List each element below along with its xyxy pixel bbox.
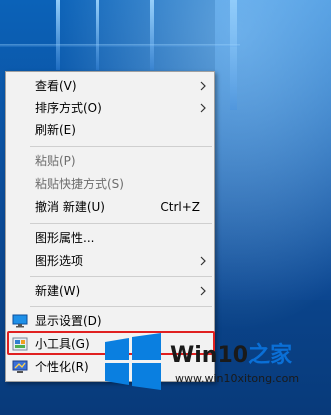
menu-item-sort-by[interactable]: 排序方式(O) <box>6 97 214 119</box>
win10-watermark-logo: Win10之家 www.win10xitong.com <box>97 320 331 415</box>
watermark-url: www.win10xitong.com <box>175 372 300 385</box>
menu-item-graphics-properties[interactable]: 图形属性... <box>6 227 214 249</box>
menu-item-paste[interactable]: 粘贴(P) <box>6 150 214 172</box>
menu-item-view[interactable]: 查看(V) <box>6 75 214 97</box>
menu-item-label: 撤消 新建(U) <box>35 200 105 214</box>
menu-separator <box>30 276 212 277</box>
menu-item-label: 显示设置(D) <box>35 314 102 328</box>
menu-item-paste-shortcut[interactable]: 粘贴快捷方式(S) <box>6 173 214 195</box>
wallpaper-light-beam <box>150 0 154 70</box>
menu-item-label: 图形选项 <box>35 254 84 268</box>
menu-item-label: 排序方式(O) <box>35 101 102 115</box>
menu-item-undo-new[interactable]: 撤消 新建(U) Ctrl+Z <box>6 196 214 218</box>
watermark-brand-prefix: Win10 <box>170 343 249 368</box>
menu-item-label: 个性化(R) <box>35 360 89 374</box>
menu-item-label: 粘贴快捷方式(S) <box>35 177 124 191</box>
menu-item-label: 新建(W) <box>35 284 81 298</box>
wallpaper-light-beam <box>96 0 99 70</box>
menu-separator <box>30 146 212 147</box>
wallpaper-light-beam <box>230 0 237 110</box>
wallpaper-light-beam <box>0 44 240 47</box>
submenu-arrow-icon <box>200 103 206 113</box>
menu-item-shortcut: Ctrl+Z <box>160 200 200 214</box>
display-settings-icon <box>12 314 28 328</box>
submenu-arrow-icon <box>200 256 206 266</box>
personalize-icon <box>12 360 28 373</box>
menu-item-label: 刷新(E) <box>35 123 76 137</box>
menu-item-new[interactable]: 新建(W) <box>6 280 214 302</box>
submenu-arrow-icon <box>200 81 206 91</box>
menu-separator <box>30 223 212 224</box>
submenu-arrow-icon <box>200 286 206 296</box>
windows-logo-icon <box>105 333 161 390</box>
menu-separator <box>30 306 212 307</box>
menu-item-label: 查看(V) <box>35 79 77 93</box>
menu-item-label: 图形属性... <box>35 231 95 245</box>
wallpaper-light-beam <box>56 0 60 70</box>
watermark-brand: Win10之家 <box>170 337 292 369</box>
menu-item-graphics-options[interactable]: 图形选项 <box>6 250 214 272</box>
menu-item-label: 粘贴(P) <box>35 154 76 168</box>
menu-item-refresh[interactable]: 刷新(E) <box>6 119 214 141</box>
watermark-brand-suffix: 之家 <box>248 343 293 368</box>
